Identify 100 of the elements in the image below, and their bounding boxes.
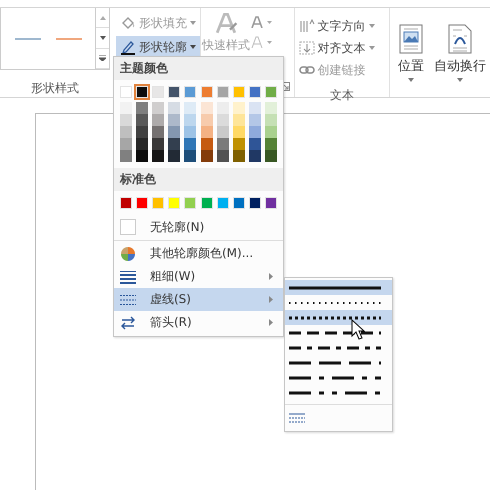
color-swatch[interactable] [136, 102, 148, 114]
color-swatch[interactable] [248, 102, 261, 114]
color-swatch[interactable] [168, 197, 180, 209]
color-swatch[interactable] [200, 197, 213, 209]
position-button[interactable]: 位置 [394, 22, 428, 97]
color-swatch[interactable] [120, 150, 132, 162]
color-swatch[interactable] [152, 102, 164, 114]
color-swatch[interactable] [184, 102, 196, 114]
color-swatch[interactable] [152, 138, 164, 150]
color-swatch[interactable] [152, 126, 164, 138]
menu-item[interactable]: 箭头(R) [114, 311, 283, 334]
color-swatch[interactable] [200, 138, 213, 150]
color-swatch[interactable] [136, 138, 148, 150]
color-swatch[interactable] [120, 102, 132, 114]
color-swatch[interactable] [216, 150, 229, 162]
color-swatch[interactable] [152, 150, 164, 162]
color-swatch[interactable] [184, 126, 196, 138]
color-swatch[interactable] [152, 114, 164, 126]
color-swatch[interactable] [136, 86, 148, 98]
line-sample[interactable] [56, 38, 82, 40]
color-swatch[interactable] [232, 114, 245, 126]
color-swatch[interactable] [264, 150, 277, 162]
line-sample[interactable] [14, 38, 40, 40]
dash-line-icon [289, 314, 381, 320]
text-fill-icon[interactable] [251, 16, 273, 28]
empty-swatch-icon [120, 219, 136, 235]
menu-item[interactable]: 粗细(W) [114, 265, 283, 288]
dash-style-option[interactable] [285, 280, 392, 295]
color-swatch[interactable] [184, 86, 196, 98]
color-swatch[interactable] [168, 102, 180, 114]
color-swatch[interactable] [152, 86, 164, 98]
color-swatch[interactable] [264, 197, 277, 209]
color-swatch[interactable] [248, 114, 261, 126]
color-swatch[interactable] [200, 114, 213, 126]
color-swatch[interactable] [248, 126, 261, 138]
menu-item[interactable]: 虚线(S) [114, 288, 283, 311]
color-swatch[interactable] [232, 102, 245, 114]
color-swatch[interactable] [136, 150, 148, 162]
align-text-button[interactable]: 对齐文本 [294, 37, 389, 59]
paint-bucket-icon [120, 16, 136, 30]
shape-outline-button[interactable]: 形状轮廓 [116, 36, 200, 58]
color-swatch[interactable] [136, 114, 148, 126]
color-swatch[interactable] [216, 102, 229, 114]
color-swatch[interactable] [120, 86, 132, 98]
color-swatch[interactable] [152, 197, 164, 209]
position-icon [399, 24, 423, 54]
color-swatch[interactable] [120, 197, 132, 209]
color-swatch[interactable] [264, 86, 277, 98]
color-swatch[interactable] [136, 126, 148, 138]
color-swatch[interactable] [264, 102, 277, 114]
color-swatch[interactable] [168, 138, 180, 150]
color-swatch[interactable] [232, 150, 245, 162]
color-swatch[interactable] [184, 197, 196, 209]
color-swatch[interactable] [248, 150, 261, 162]
color-swatch[interactable] [216, 197, 229, 209]
color-swatch[interactable] [216, 114, 229, 126]
color-swatch[interactable] [232, 138, 245, 150]
menu-item[interactable]: 无轮廓(N) [114, 215, 283, 239]
color-swatch[interactable] [184, 150, 196, 162]
color-swatch[interactable] [184, 138, 196, 150]
color-swatch[interactable] [216, 138, 229, 150]
color-swatch[interactable] [200, 86, 213, 98]
more-lines-icon[interactable] [289, 413, 305, 425]
color-swatch[interactable] [120, 138, 132, 150]
color-swatch[interactable] [200, 150, 213, 162]
color-swatch[interactable] [248, 138, 261, 150]
color-swatch[interactable] [264, 126, 277, 138]
color-swatch[interactable] [184, 114, 196, 126]
color-swatch[interactable] [232, 197, 245, 209]
color-swatch[interactable] [248, 86, 261, 98]
color-swatch[interactable] [232, 126, 245, 138]
color-swatch[interactable] [264, 114, 277, 126]
wrap-text-button[interactable]: 自动换行 [430, 22, 490, 97]
color-swatch[interactable] [136, 197, 148, 209]
group-label: 文本 [328, 87, 355, 104]
dash-style-option[interactable] [285, 310, 392, 325]
color-swatch[interactable] [168, 150, 180, 162]
color-swatch[interactable] [264, 138, 277, 150]
caret-icon [457, 78, 463, 82]
color-swatch[interactable] [168, 86, 180, 98]
color-swatch[interactable] [248, 197, 261, 209]
color-swatch[interactable] [216, 86, 229, 98]
color-swatch[interactable] [168, 126, 180, 138]
caret-icon [190, 45, 196, 49]
dash-line-icon [289, 390, 381, 396]
dash-lines-icon [120, 294, 136, 306]
text-outline-icon[interactable] [251, 36, 273, 48]
color-swatch[interactable] [120, 126, 132, 138]
color-swatch[interactable] [120, 114, 132, 126]
group-label: 形状样式 [30, 80, 80, 97]
color-swatch[interactable] [232, 86, 245, 98]
color-swatch[interactable] [216, 126, 229, 138]
text-direction-icon [298, 19, 315, 33]
text-direction-button[interactable]: 文字方向 [294, 15, 389, 37]
color-swatch[interactable] [168, 114, 180, 126]
section-header: 标准色 [114, 168, 283, 191]
color-swatch[interactable] [200, 102, 213, 114]
color-swatch[interactable] [200, 126, 213, 138]
menu-item[interactable]: 其他轮廓颜色(M)... [114, 242, 283, 265]
mouse-cursor-icon [351, 319, 365, 341]
